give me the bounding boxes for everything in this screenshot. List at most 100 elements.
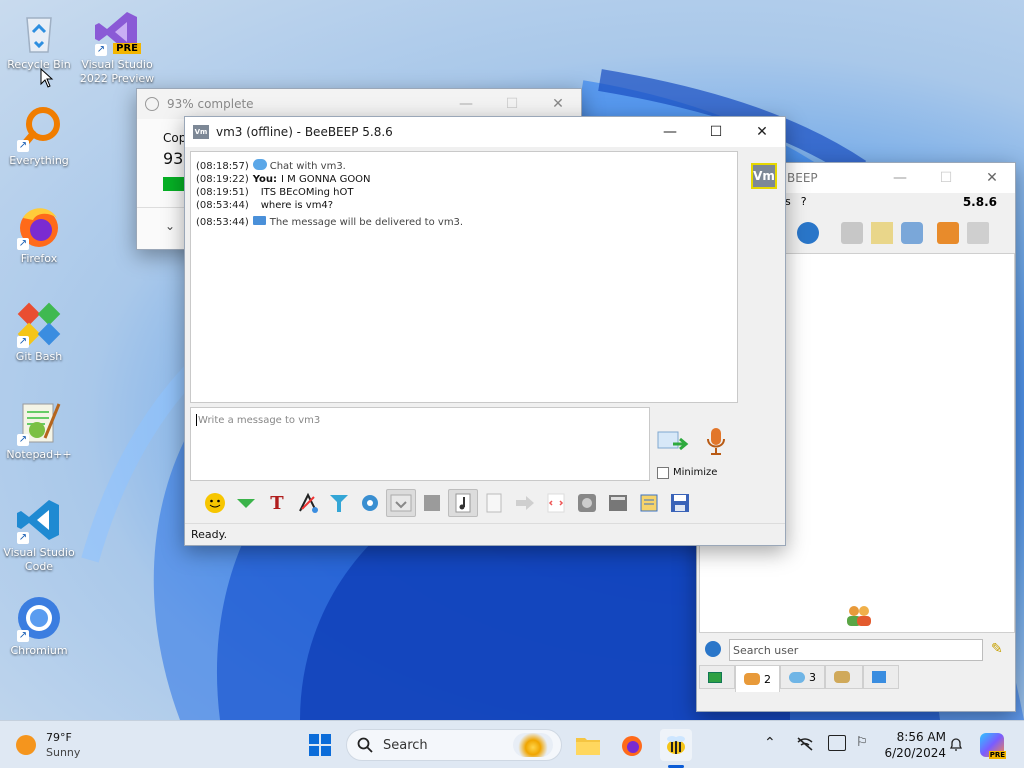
emoticon-icon[interactable] (200, 489, 230, 517)
notes-icon[interactable] (634, 489, 664, 517)
maximize-button[interactable]: ☐ (489, 89, 535, 119)
trash-icon[interactable] (967, 222, 989, 244)
microphone-icon[interactable] (705, 427, 727, 457)
desktop-icon-firefox[interactable]: ↗ Firefox (0, 202, 81, 266)
minimize-button[interactable]: — (443, 89, 489, 119)
copilot-pre-icon[interactable]: PRE (980, 733, 1006, 759)
close-button[interactable]: ✕ (969, 163, 1015, 193)
users-icon (844, 604, 874, 628)
tab-share[interactable] (863, 665, 899, 689)
desktop-icon-chromium[interactable]: ↗ Chromium (0, 594, 81, 658)
taskbar-firefox[interactable] (616, 729, 648, 761)
tab-chats[interactable]: 3 (780, 665, 825, 689)
taskbar-beebeep[interactable] (660, 729, 692, 761)
version-label: 5.8.6 (962, 195, 997, 209)
chat-bubble-icon (252, 159, 267, 170)
shortcut-arrow-icon: ↗ (17, 336, 29, 348)
chat-message: (08:53:44) where is vm4? (196, 200, 334, 211)
volume-muted-icon[interactable]: ⚐ (856, 735, 868, 750)
html-code-icon[interactable] (541, 489, 571, 517)
chat-message: (08:18:57) Chat with vm3. (196, 159, 346, 172)
chevron-up-icon[interactable]: ⌃ (764, 735, 776, 751)
minimize-button[interactable]: — (647, 117, 693, 147)
bee-main-toolbar (797, 219, 1007, 247)
bee-icon (667, 736, 685, 754)
minimize-checkbox[interactable] (657, 467, 669, 479)
search-highlight-icon (513, 733, 553, 757)
chat-window[interactable]: Vm vm3 (offline) - BeeBEEP 5.8.6 — ☐ ✕ (… (184, 116, 786, 546)
minimize-button[interactable]: — (877, 163, 923, 193)
groups-icon (834, 671, 850, 683)
screenshot-icon[interactable] (603, 489, 633, 517)
taskbar-search[interactable]: Search (346, 729, 562, 761)
sun-icon (16, 735, 36, 755)
share-icon (872, 671, 886, 683)
shortcut-arrow-icon: ↗ (17, 630, 29, 642)
desktop-icon-recycle-bin[interactable]: Recycle Bin (0, 8, 81, 72)
chat-message: (08:19:22) You: I M GONNA GOON (196, 174, 371, 185)
clock[interactable]: 8:56 AM 6/20/2024 (880, 729, 946, 761)
progress-title: 93% complete (167, 97, 254, 111)
spellcheck-icon[interactable] (417, 489, 447, 517)
progress-titlebar[interactable]: 93% complete — ☐ ✕ (137, 89, 581, 119)
close-button[interactable]: ✕ (535, 89, 581, 119)
tab-users[interactable]: 2 (735, 665, 780, 692)
progress-line1: Cop (163, 131, 187, 145)
filter-icon[interactable] (324, 489, 354, 517)
chat-titlebar[interactable]: Vm vm3 (offline) - BeeBEEP 5.8.6 — ☐ ✕ (185, 117, 785, 147)
network-gear-icon[interactable] (705, 641, 721, 657)
chevron-down-icon[interactable]: ⌄ (165, 219, 175, 233)
user-avatar[interactable]: Vm (751, 163, 777, 189)
shortcut-arrow-icon: ↗ (17, 532, 29, 544)
search-label: Search (383, 737, 428, 753)
taskbar-file-explorer[interactable] (572, 729, 604, 761)
desktop-icon-everything[interactable]: ↗ Everything (0, 104, 81, 168)
tools-icon[interactable] (901, 222, 923, 244)
upload-icon[interactable] (937, 222, 959, 244)
music-note-icon[interactable] (448, 489, 478, 517)
font-color-icon[interactable] (293, 489, 323, 517)
gray-folder-icon[interactable] (841, 222, 863, 244)
firefox-icon: ↗ (15, 202, 63, 250)
network-icon[interactable] (797, 222, 819, 244)
tab-groups[interactable] (825, 665, 863, 689)
save-chat-icon[interactable] (386, 489, 416, 517)
font-icon[interactable]: T (262, 489, 292, 517)
forward-icon[interactable] (510, 489, 540, 517)
vscode-icon: ↗ (15, 496, 63, 544)
send-message-icon[interactable] (657, 429, 689, 455)
pre-badge-small: PRE (988, 751, 1006, 759)
desktop-icon-vscode[interactable]: ↗ Visual Studio Code (0, 496, 81, 574)
settings-gear-icon[interactable] (355, 489, 385, 517)
maximize-button[interactable]: ☐ (923, 163, 969, 193)
desktop-icon-notepadpp[interactable]: ↗ Notepad++ (0, 398, 81, 462)
edit-icon[interactable] (871, 222, 893, 244)
chat-history[interactable]: (08:18:57) Chat with vm3. (08:19:22) You… (190, 151, 738, 403)
save-disk-icon[interactable] (665, 489, 695, 517)
desktop-icon-visual-studio-2022[interactable]: PRE ↗ Visual Studio 2022 Preview (75, 8, 159, 86)
tab-chat[interactable] (699, 665, 735, 689)
visual-studio-icon: PRE ↗ (93, 8, 141, 56)
chat-message: (08:53:44) The message will be delivered… (196, 216, 464, 228)
message-input[interactable]: Write a message to vm3 (190, 407, 650, 481)
bee-menu-bar: s ? 5.8.6 (785, 195, 1015, 213)
start-button[interactable] (304, 729, 336, 761)
document-icon[interactable] (479, 489, 509, 517)
menu-item-help[interactable]: ? (801, 195, 807, 213)
close-button[interactable]: ✕ (739, 117, 785, 147)
display-icon[interactable] (828, 735, 846, 751)
weather-widget[interactable]: 79°F Sunny (16, 729, 80, 761)
search-user-input[interactable]: Search user (729, 639, 983, 661)
record-icon[interactable] (572, 489, 602, 517)
notification-bell-icon[interactable] (948, 736, 964, 752)
chromium-icon: ↗ (15, 594, 63, 642)
broom-icon[interactable]: ✎ (991, 641, 1003, 657)
green-bar-icon[interactable] (231, 489, 261, 517)
network-offline-icon[interactable] (796, 736, 814, 752)
desktop-icon-git-bash[interactable]: ↗ Git Bash (0, 300, 81, 364)
taskbar: 79°F Sunny Search ⌃ ⚐ 8:56 AM 6/20/2024 … (0, 720, 1024, 768)
send-area: Minimize (655, 423, 745, 483)
status-bar: Ready. (185, 523, 785, 545)
pre-badge: PRE (113, 43, 141, 54)
maximize-button[interactable]: ☐ (693, 117, 739, 147)
